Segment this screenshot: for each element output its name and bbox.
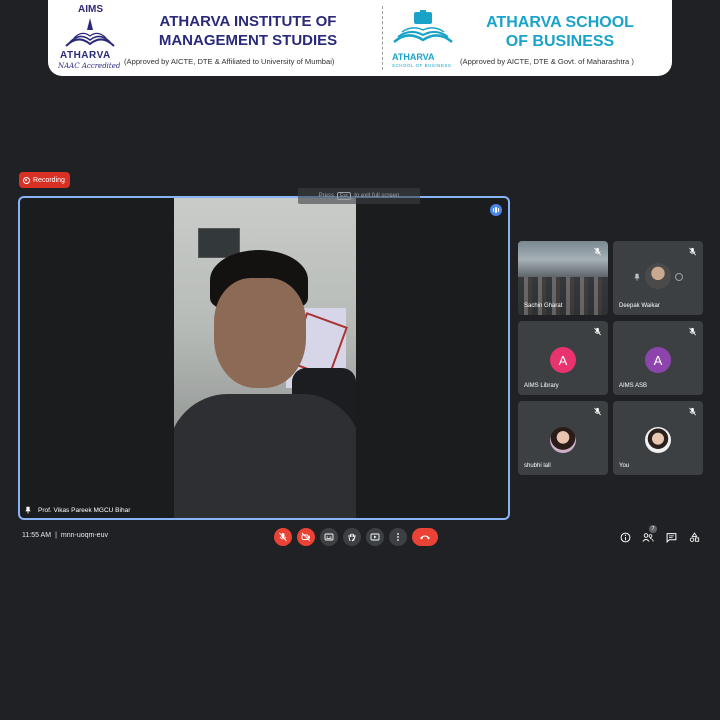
call-controls [274,528,438,546]
speaker-video [174,198,356,518]
aims-title-line2: MANAGEMENT STUDIES [158,32,338,49]
asb-brand: ATHARVA SCHOOL OF BUSINESS ATHARVA SCHOO… [382,0,672,76]
captions-icon [324,533,334,541]
aims-logo: AIMS ATHARVA NAAC Accredited [54,4,126,70]
asb-logo-sub: SCHOOL OF BUSINESS [392,63,452,68]
participant-tile[interactable]: Sachin Gharat [518,241,608,315]
aims-logo-name: ATHARVA [60,50,111,61]
aims-subtitle: (Approved by AICTE, DTE & Affiliated to … [124,57,335,66]
pin-icon[interactable] [24,506,32,514]
participant-count: 7 [649,525,657,533]
hint-prefix: Press [318,193,334,199]
participant-tile[interactable]: You [613,401,703,475]
chat-button[interactable] [664,530,678,544]
hint-suffix: to exit full screen [354,193,400,199]
aims-title: ATHARVA INSTITUTE OF MANAGEMENT STUDIES [158,12,338,50]
participant-name: Deepak Waikar [619,303,660,309]
mic-toggle-button[interactable] [274,528,292,546]
meeting-code: mnn-uoqm-euv [60,532,108,539]
avatar [645,427,671,453]
participant-name: shubhi lall [524,463,551,469]
avatar: A [645,347,671,373]
mic-off-icon [689,407,696,416]
hand-icon [348,533,356,542]
participant-name: AIMS Library [524,383,559,389]
raise-hand-button[interactable] [343,528,361,546]
more-vert-icon [397,533,399,541]
call-end-icon [420,535,430,540]
avatar: A [550,347,576,373]
asb-logo-name: ATHARVA [392,52,435,62]
hint-key: Esc [336,192,352,200]
mic-off-icon [594,247,601,256]
clock-time: 11:55 AM [22,532,52,539]
participant-name: Sachin Gharat [524,303,563,309]
mic-off-icon [594,327,601,336]
avatar [550,427,576,453]
participant-name: AIMS ASB [619,383,648,389]
more-options-icon[interactable] [675,273,683,281]
main-video-tile[interactable]: Prof. Vikas Pareek MGCU Bihar [18,196,510,520]
main-participant-name: Prof. Vikas Pareek MGCU Bihar [38,506,131,514]
pin-icon[interactable] [633,273,641,281]
info-icon [620,532,630,542]
mic-off-icon [689,327,696,336]
shapes-icon [689,531,699,542]
recording-label: Recording [33,176,65,184]
meeting-info-button[interactable] [618,530,632,544]
aims-brand: AIMS ATHARVA NAAC Accredited ATHARVA INS… [48,0,382,76]
participant-tile[interactable]: shubhi lall [518,401,608,475]
more-options-button[interactable] [389,528,407,546]
header-banner: AIMS ATHARVA NAAC Accredited ATHARVA INS… [48,0,672,76]
fullscreen-hint: Press Esc to exit full screen [298,188,420,204]
participant-tile[interactable]: A AIMS ASB [613,321,703,395]
avatar [645,263,671,289]
naac-accreditation: NAAC Accredited [58,62,121,70]
speaker-face [214,278,306,388]
chat-icon [666,532,676,543]
participant-tile[interactable]: A AIMS Library [518,321,608,395]
asb-subtitle: (Approved by AICTE, DTE & Govt. of Mahar… [460,57,634,66]
details-separator: | [55,532,57,539]
participant-tile[interactable]: Deepak Waikar [613,241,703,315]
asb-title-line2: OF BUSINESS [505,33,615,50]
present-button[interactable] [366,528,384,546]
participant-name: You [619,463,630,469]
present-screen-icon [370,533,380,541]
camera-off-icon [301,532,311,542]
people-icon [642,532,654,542]
open-book-icon [393,10,453,43]
audio-level-icon [490,204,502,216]
activities-button[interactable] [687,530,701,544]
aims-logo-text: AIMS [78,4,103,15]
speaker-body [174,394,356,518]
camera-toggle-button[interactable] [297,528,315,546]
mic-off-icon [279,532,287,542]
book-lamp-icon [65,18,115,47]
asb-title-line1: ATHARVA SCHOOL [486,14,634,31]
record-icon [23,176,30,184]
aims-title-line1: ATHARVA INSTITUTE OF [159,13,337,30]
recording-badge[interactable]: Recording [19,172,70,188]
asb-title: ATHARVA SCHOOL OF BUSINESS [472,13,648,51]
main-participant-label: Prof. Vikas Pareek MGCU Bihar [24,506,130,514]
side-panel-buttons: 7 [618,525,701,544]
mic-off-icon [594,407,601,416]
mic-off-icon [689,247,696,256]
people-button[interactable]: 7 [641,525,657,544]
asb-logo: ATHARVA SCHOOL OF BUSINESS [388,6,458,70]
meeting-details: 11:55 AM | mnn-uoqm-euv [22,532,108,539]
leave-call-button[interactable] [412,528,438,546]
captions-button[interactable] [320,528,338,546]
